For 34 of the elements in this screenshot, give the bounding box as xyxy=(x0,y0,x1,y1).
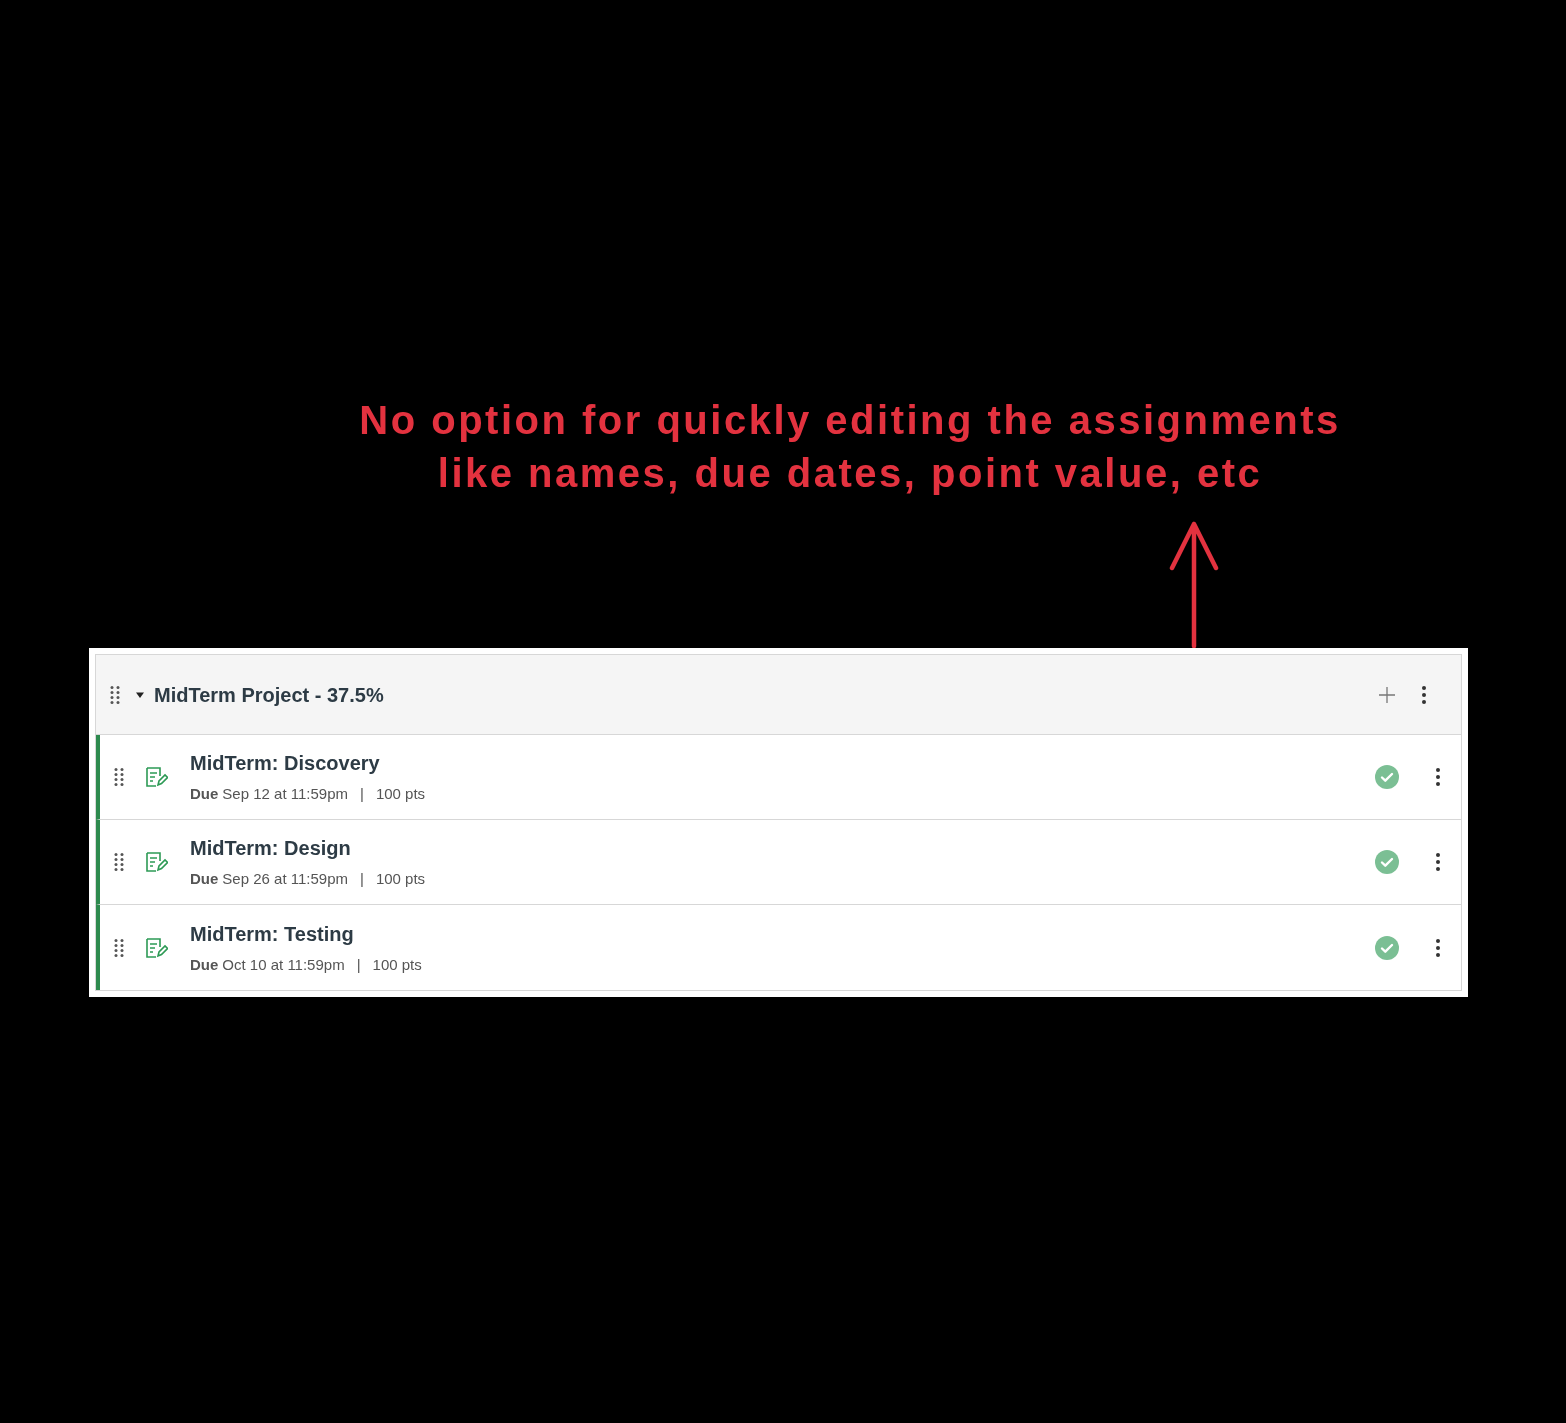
assignment-row[interactable]: MidTerm: Design Due Sep 26 at 11:59pm | 100 pts xyxy=(96,820,1461,905)
assignment-icon xyxy=(144,765,168,789)
drag-handle-icon[interactable] xyxy=(110,684,120,705)
drag-handle-icon[interactable] xyxy=(114,852,124,872)
points: 100 pts xyxy=(375,784,426,805)
published-check-icon[interactable] xyxy=(1375,935,1399,960)
due-date: Sep 12 at 11:59pm xyxy=(222,784,348,805)
drag-handle-icon[interactable] xyxy=(114,937,124,958)
assignment-title[interactable]: MidTerm: Design xyxy=(190,833,426,864)
published-check-icon[interactable] xyxy=(1375,850,1399,874)
assignment-title[interactable]: MidTerm: Discovery xyxy=(190,748,426,779)
due-label: Due xyxy=(190,954,219,975)
separator: | xyxy=(360,869,364,890)
add-assignment-button[interactable] xyxy=(1377,684,1397,705)
points: 100 pts xyxy=(372,954,422,975)
published-check-icon[interactable] xyxy=(1375,765,1399,789)
due-label: Due xyxy=(190,784,219,805)
separator: | xyxy=(356,954,361,975)
group-title: MidTerm Project - 37.5% xyxy=(154,682,384,708)
more-options-button[interactable] xyxy=(1433,851,1443,873)
due-label: Due xyxy=(190,869,219,890)
due-date: Sep 26 at 11:59pm xyxy=(222,869,348,890)
more-options-button[interactable] xyxy=(1433,936,1443,959)
more-options-button[interactable] xyxy=(1433,766,1443,788)
assignment-title[interactable]: MidTerm: Testing xyxy=(190,918,422,949)
points: 100 pts xyxy=(375,869,426,890)
more-options-button[interactable] xyxy=(1419,683,1429,706)
separator: | xyxy=(360,784,364,805)
annotation-text: No option for quickly editing the assignments like names, due dates, point value, etc xyxy=(359,397,1341,497)
due-date: Oct 10 at 11:59pm xyxy=(222,954,345,975)
assignment-icon xyxy=(144,850,168,874)
assignment-icon xyxy=(144,935,168,960)
assignment-row[interactable]: MidTerm: Discovery Due Sep 12 at 11:59pm | 100 pts xyxy=(96,735,1461,820)
drag-handle-icon[interactable] xyxy=(114,767,124,787)
